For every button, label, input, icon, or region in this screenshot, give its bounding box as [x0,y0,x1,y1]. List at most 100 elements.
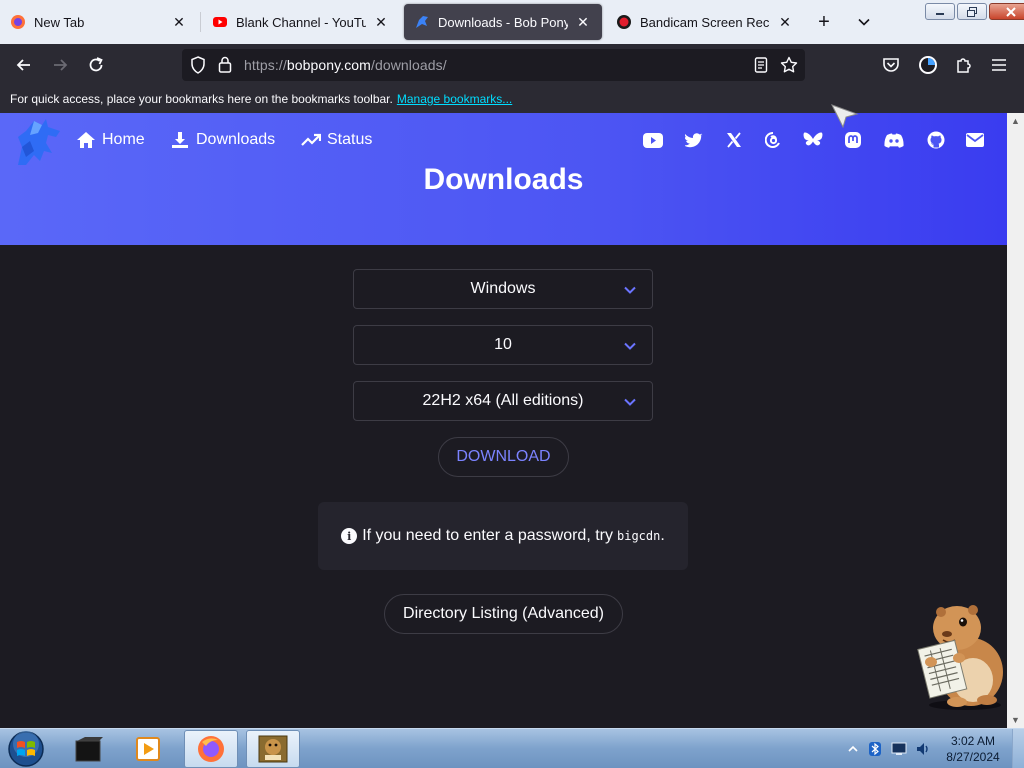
minimize-icon [936,12,944,15]
clock-time: 3:02 AM [950,734,996,748]
reload-icon [89,57,103,72]
bluesky-icon[interactable] [802,129,824,151]
tab-youtube[interactable]: Blank Channel - YouTube ✕ [202,4,400,40]
download-button[interactable]: DOWNLOAD [438,437,569,477]
trending-up-icon [301,130,321,150]
tab-downloads-bob-pony[interactable]: Downloads - Bob Pony ✕ [404,4,602,40]
taskbar-bonzi-box[interactable] [246,730,300,768]
bobpony-icon [414,14,430,30]
extensions-button[interactable] [950,51,978,79]
chevron-down-icon [624,286,636,294]
arrow-left-icon [16,59,30,71]
close-tab-icon[interactable]: ✕ [574,13,592,31]
network-icon[interactable] [891,741,907,757]
twitter-icon[interactable] [683,129,705,151]
close-icon [1006,6,1016,17]
build-select-value: 22H2 x64 (All editions) [422,392,584,409]
nav-label: Home [102,131,145,148]
close-tab-icon[interactable]: ✕ [170,13,188,31]
volume-icon[interactable] [915,741,931,757]
shield-icon[interactable] [190,56,206,79]
download-icon [170,130,190,150]
taskbar-terminal[interactable] [62,730,116,768]
pocket-button[interactable] [877,51,905,79]
bobpony-logo[interactable] [12,117,64,167]
info-icon: i [341,528,358,544]
bonzi-icon [258,735,288,763]
youtube-icon[interactable] [642,129,664,151]
url-path: /downloads/ [370,57,447,73]
bookmarks-toolbar: For quick access, place your bookmarks h… [0,86,1024,113]
account-button[interactable] [914,51,942,79]
pocket-icon [883,58,899,72]
reader-view-icon[interactable] [754,57,768,78]
scroll-up-icon[interactable]: ▲ [1007,113,1024,129]
close-tab-icon[interactable]: ✕ [776,13,794,31]
os-select-value: Windows [470,280,536,297]
mastodon-icon[interactable] [842,129,864,151]
terminal-icon [75,737,103,762]
arrow-right-icon [54,59,68,71]
list-all-tabs-button[interactable] [850,8,878,36]
github-icon[interactable] [925,129,947,151]
scroll-down-icon[interactable]: ▼ [1007,712,1024,728]
threads-icon[interactable] [762,129,784,151]
tab-strip: New Tab ✕ Blank Channel - YouTube ✕ Down… [0,0,1024,44]
directory-listing-button[interactable]: Directory Listing (Advanced) [384,594,623,634]
windows-taskbar: 3:02 AM 8/27/2024 [0,728,1024,768]
restore-icon [967,6,977,17]
discord-icon[interactable] [883,129,905,151]
nav-home[interactable]: Home [76,127,145,153]
reload-button[interactable] [82,51,110,79]
password-code: bigcdn [617,529,661,543]
tab-title: Blank Channel - YouTube [236,14,366,30]
notice-end: . [660,527,665,544]
bookmark-star-icon[interactable] [780,56,798,79]
mail-icon[interactable] [964,129,986,151]
url-scheme: https:// [244,57,287,73]
manage-bookmarks-link[interactable]: Manage bookmarks... [397,92,512,106]
version-select-value: 10 [494,336,512,353]
restore-button[interactable] [957,3,987,20]
tab-title: New Tab [34,14,85,30]
page-content: Home Downloads Status Downloads Windows … [0,113,1007,728]
build-select[interactable]: 22H2 x64 (All editions) [353,381,653,421]
start-button[interactable] [6,730,46,768]
url-bar[interactable]: https://bobpony.com/downloads/ [182,49,805,81]
taskbar-firefox[interactable] [184,730,238,768]
close-window-button[interactable] [989,3,1024,20]
hamster-desktop-pet[interactable] [905,600,1007,712]
lock-icon[interactable] [218,56,232,78]
url-text[interactable]: https://bobpony.com/downloads/ [244,57,447,73]
minimize-button[interactable] [925,3,955,20]
tab-new-tab[interactable]: New Tab ✕ [0,4,198,40]
bandicam-icon [616,14,632,30]
taskbar-media-player[interactable] [121,730,175,768]
menu-button[interactable] [985,51,1013,79]
youtube-icon [212,14,228,30]
close-tab-icon[interactable]: ✕ [372,13,390,31]
back-button[interactable] [10,51,38,79]
tab-bandicam[interactable]: Bandicam Screen Recorder ✕ [606,4,804,40]
notice-text: If you need to enter a password, try [362,527,613,544]
nav-label: Downloads [196,131,276,148]
os-select[interactable]: Windows [353,269,653,309]
mouse-cursor-icon [831,104,859,128]
tab-title: Bandicam Screen Recorder [640,14,770,30]
version-select[interactable]: 10 [353,325,653,365]
chevron-down-icon [624,342,636,350]
forward-button[interactable] [46,51,74,79]
password-notice: i If you need to enter a password, try b… [318,502,688,570]
firefox-icon [10,14,26,30]
bluetooth-icon[interactable] [867,741,883,757]
system-clock[interactable]: 3:02 AM 8/27/2024 [936,733,1010,765]
page-scrollbar[interactable]: ▲ ▼ [1007,113,1024,728]
nav-status[interactable]: Status [301,127,372,153]
navigation-toolbar: https://bobpony.com/downloads/ [0,44,1024,86]
show-desktop-button[interactable] [1012,729,1024,768]
nav-downloads[interactable]: Downloads [170,127,275,153]
show-hidden-icons-icon[interactable] [845,741,861,757]
x-icon[interactable] [723,129,745,151]
firefox-icon [198,736,224,762]
new-tab-button[interactable]: + [810,8,838,36]
